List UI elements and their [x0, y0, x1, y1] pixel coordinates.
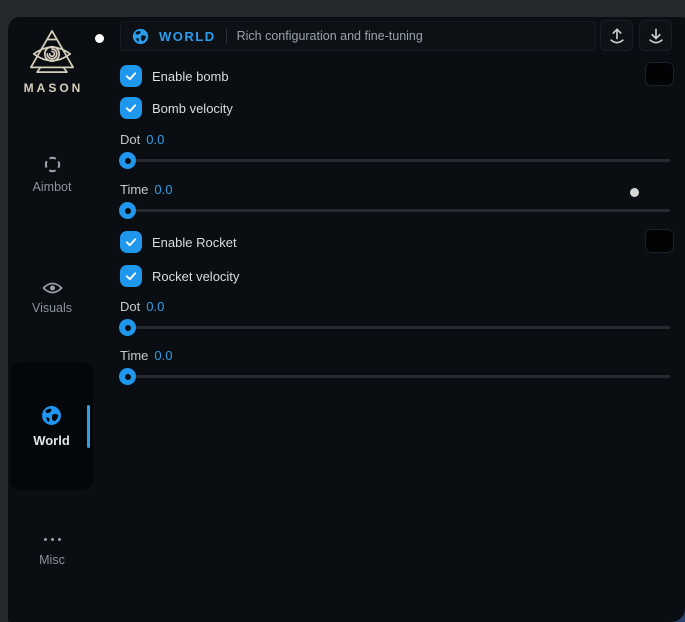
enable-bomb-checkbox[interactable]: [120, 65, 142, 87]
header-divider: [226, 29, 227, 44]
eye-icon: [42, 281, 63, 295]
page-title: WORLD: [159, 29, 216, 44]
slider-track[interactable]: [120, 375, 670, 378]
cursor-dot: [630, 188, 639, 197]
rocket-velocity-row: Rocket velocity: [120, 265, 239, 287]
cursor-dot: [95, 34, 104, 43]
check-icon: [124, 269, 138, 283]
check-icon: [124, 101, 138, 115]
sidebar-item-label: Misc: [39, 553, 65, 567]
slider-handle[interactable]: [119, 368, 136, 385]
rocket-velocity-checkbox[interactable]: [120, 265, 142, 287]
sidebar-item-aimbot[interactable]: Aimbot: [8, 155, 96, 194]
check-icon: [124, 235, 138, 249]
slider-track[interactable]: [120, 209, 670, 212]
checkbox-label: Bomb velocity: [152, 101, 233, 116]
logo-text: MASON: [8, 81, 96, 95]
slider-track[interactable]: [120, 159, 670, 162]
download-icon: [646, 26, 666, 46]
checkbox-label: Rocket velocity: [152, 269, 239, 284]
sidebar-item-label: Visuals: [32, 301, 72, 315]
rocket-time-slider-group: Time0.0: [120, 347, 670, 391]
active-tab-indicator: [87, 405, 90, 448]
slider-track[interactable]: [120, 326, 670, 329]
sidebar-item-label: Aimbot: [33, 180, 72, 194]
crosshair-icon: [43, 155, 62, 174]
rocket-color-swatch[interactable]: [645, 229, 674, 253]
sidebar-item-label: World: [33, 433, 70, 448]
slider-value: 0.0: [154, 348, 172, 363]
check-icon: [124, 69, 138, 83]
sidebar-item-misc[interactable]: Misc: [8, 532, 96, 567]
sidebar-item-visuals[interactable]: Visuals: [8, 281, 96, 315]
slider-label: Time0.0: [120, 181, 670, 199]
checkbox-label: Enable Rocket: [152, 235, 237, 250]
page-header: WORLD Rich configuration and fine-tuning: [120, 21, 596, 51]
globe-icon: [132, 28, 149, 45]
sidebar: MASON Aimbot Visuals: [8, 17, 118, 622]
slider-handle[interactable]: [119, 319, 136, 336]
app-window: MASON Aimbot Visuals: [8, 17, 685, 622]
rocket-dot-slider-group: Dot0.0: [120, 298, 670, 342]
slider-handle[interactable]: [119, 152, 136, 169]
checkbox-label: Enable bomb: [152, 69, 229, 84]
mason-pyramid-eye-icon: [27, 28, 77, 76]
app-logo: MASON: [8, 28, 96, 95]
enable-bomb-row: Enable bomb: [120, 65, 229, 87]
bomb-dot-slider-group: Dot0.0: [120, 131, 670, 175]
slider-label: Dot0.0: [120, 131, 670, 149]
sidebar-item-world[interactable]: World: [10, 362, 93, 490]
bomb-velocity-checkbox[interactable]: [120, 97, 142, 119]
slider-label: Dot0.0: [120, 298, 670, 316]
bomb-velocity-row: Bomb velocity: [120, 97, 233, 119]
slider-handle[interactable]: [119, 202, 136, 219]
enable-rocket-row: Enable Rocket: [120, 231, 237, 253]
upload-config-button[interactable]: [600, 20, 633, 51]
page-subtitle: Rich configuration and fine-tuning: [237, 29, 423, 43]
globe-icon: [41, 405, 62, 426]
slider-label: Time0.0: [120, 347, 670, 365]
enable-rocket-checkbox[interactable]: [120, 231, 142, 253]
bomb-color-swatch[interactable]: [645, 62, 674, 86]
desktop-background: MASON Aimbot Visuals: [0, 0, 685, 622]
upload-icon: [607, 26, 627, 46]
slider-value: 0.0: [146, 299, 164, 314]
download-config-button[interactable]: [639, 20, 672, 51]
slider-value: 0.0: [146, 132, 164, 147]
bomb-time-slider-group: Time0.0: [120, 181, 670, 225]
slider-value: 0.0: [154, 182, 172, 197]
ellipsis-icon: [44, 532, 61, 547]
